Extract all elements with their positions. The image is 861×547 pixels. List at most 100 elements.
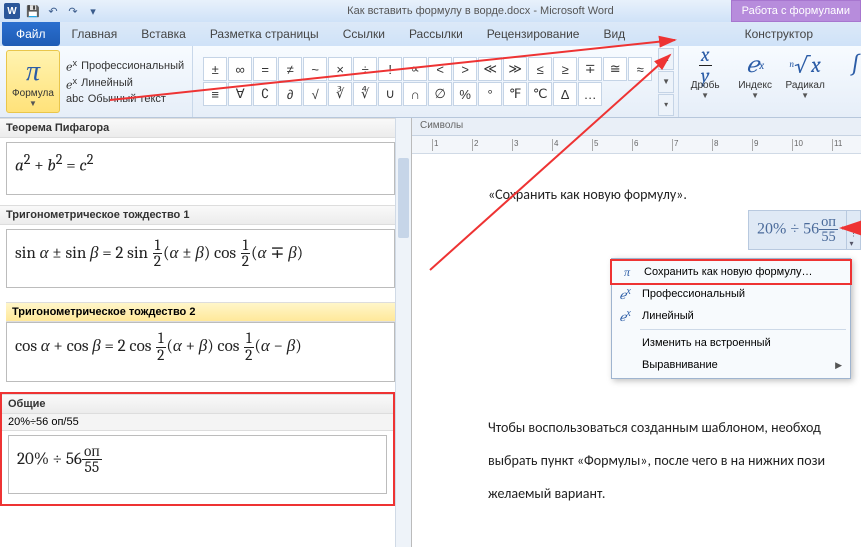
symbol-scroll-up[interactable]: ▲ [658, 48, 674, 70]
gallery-header-trig1: Тригонометрическое тождество 1 [0, 205, 395, 225]
symbol-√[interactable]: √ [303, 82, 327, 106]
symbol-±[interactable]: ± [203, 57, 227, 81]
symbol-∂[interactable]: ∂ [278, 82, 302, 106]
symbol-≪[interactable]: ≪ [478, 57, 502, 81]
tab-insert[interactable]: Вставка [129, 22, 198, 46]
btn-index[interactable]: ℯxИндекс▼ [733, 50, 777, 100]
symbol-∆[interactable]: ∆ [553, 82, 577, 106]
symbol-grid: ±∞=≠~×÷!∝<>≪≫≤≥∓≅≈ ≡∀∁∂√∛∜∪∩∅%°℉℃∆… [197, 53, 658, 110]
symbol-∁[interactable]: ∁ [253, 82, 277, 106]
symbol-∛[interactable]: ∛ [328, 82, 352, 106]
symbol-![interactable]: ! [378, 57, 402, 81]
symbol-℉[interactable]: ℉ [503, 82, 527, 106]
formula-label: Формула [12, 88, 54, 99]
fraction-label: Дробь [691, 80, 720, 91]
symbol-≡[interactable]: ≡ [203, 82, 227, 106]
ctx-alignment-label: Выравнивание [642, 359, 718, 371]
symbol-%[interactable]: % [453, 82, 477, 106]
symbol-÷[interactable]: ÷ [353, 57, 377, 81]
symbol-∀[interactable]: ∀ [228, 82, 252, 106]
radical-icon: n√x [789, 50, 820, 80]
symbol-∩[interactable]: ∩ [403, 82, 427, 106]
gallery-item-pythagoras[interactable]: a2 + b2 = c2 [6, 142, 395, 195]
chevron-down-icon: ▼ [801, 91, 809, 100]
symbol-∪[interactable]: ∪ [378, 82, 402, 106]
btn-plaintext[interactable]: abcОбычный текст [66, 93, 184, 105]
symbol-≈[interactable]: ≈ [628, 57, 652, 81]
tab-review[interactable]: Рецензирование [475, 22, 592, 46]
chevron-down-icon: ▼ [29, 99, 37, 108]
equation-context-menu: πСохранить как новую формулу… ℯx Професси… [611, 258, 851, 379]
btn-more[interactable]: ∫ [833, 50, 861, 80]
tab-page-layout[interactable]: Разметка страницы [198, 22, 331, 46]
symbol-≥[interactable]: ≥ [553, 57, 577, 81]
ctx-highlight-save: πСохранить как новую формулу… [610, 259, 852, 285]
symbol-°[interactable]: ° [478, 82, 502, 106]
symbol-≤[interactable]: ≤ [528, 57, 552, 81]
tab-references[interactable]: Ссылки [331, 22, 397, 46]
ribbon-group-structures: xyДробь▼ ℯxИндекс▼ n√xРадикал▼ ∫ [679, 46, 861, 117]
chevron-right-icon: ▶ [835, 360, 842, 371]
tab-mailings[interactable]: Рассылки [397, 22, 475, 46]
horizontal-ruler[interactable]: 1234567891011121314151617181920 [412, 136, 861, 154]
symbol-∜[interactable]: ∜ [353, 82, 377, 106]
tab-view[interactable]: Вид [591, 22, 637, 46]
gallery-header-pythagoras: Теорема Пифагора [0, 118, 395, 138]
formula-trig2: cos α + cos β = 2 cos 12(α + β) cos 12(α… [6, 322, 395, 382]
pi-icon: π [618, 265, 636, 280]
symbol-×[interactable]: × [328, 57, 352, 81]
symbol-expand[interactable]: ▾ [658, 94, 674, 116]
symbol-<[interactable]: < [428, 57, 452, 81]
gallery-header-trig2: Тригонометрическое тождество 2 [6, 302, 395, 322]
tab-home[interactable]: Главная [60, 22, 130, 46]
symbol-≅[interactable]: ≅ [603, 57, 627, 81]
linear-icon: ℯx [616, 308, 634, 325]
gallery-scrollbar[interactable] [395, 118, 411, 547]
formula-general[interactable]: 20% ÷ 56оп55 [8, 435, 387, 495]
symbol-=[interactable]: = [253, 57, 277, 81]
qat-save-icon[interactable]: 💾 [24, 2, 42, 20]
qat-customize-icon[interactable]: ▾ [84, 2, 102, 20]
ctx-save-as-new-formula[interactable]: πСохранить как новую формулу… [614, 261, 844, 283]
equation-menu-handle[interactable]: ⋮▾ [847, 210, 861, 250]
fraction-icon: xy [699, 50, 712, 80]
btn-radical[interactable]: n√xРадикал▼ [783, 50, 827, 100]
btn-linear[interactable]: ℯx Линейный [66, 76, 184, 92]
plaintext-label: Обычный текст [88, 93, 166, 105]
ctx-change-builtin[interactable]: Изменить на встроенный [612, 332, 850, 354]
tab-file[interactable]: Файл [2, 22, 60, 46]
formula-button[interactable]: π Формула ▼ [6, 50, 60, 113]
symbol-scroll-down[interactable]: ▼ [658, 71, 674, 93]
linear-icon: ℯx [66, 76, 77, 92]
professional-label: Профессиональный [81, 60, 184, 72]
pane-tab-symbols[interactable]: Символы [412, 118, 861, 136]
symbol-∝[interactable]: ∝ [403, 57, 427, 81]
qat-undo-icon[interactable]: ↶ [44, 2, 62, 20]
symbol-≠[interactable]: ≠ [278, 57, 302, 81]
gallery-item-trig1[interactable]: sin α ± sin β = 2 sin 12(α ± β) cos 12(α… [6, 229, 395, 289]
pi-icon: π [26, 55, 40, 88]
symbol-∞[interactable]: ∞ [228, 57, 252, 81]
symbol-≫[interactable]: ≫ [503, 57, 527, 81]
btn-professional[interactable]: ℯxПрофессиональный [66, 58, 184, 74]
qat-redo-icon[interactable]: ↷ [64, 2, 82, 20]
ctx-linear[interactable]: ℯx Линейный [612, 305, 850, 327]
btn-fraction[interactable]: xyДробь▼ [683, 50, 727, 100]
symbol-~[interactable]: ~ [303, 57, 327, 81]
ctx-professional-label: Профессиональный [642, 288, 745, 300]
symbol-∅[interactable]: ∅ [428, 82, 452, 106]
title-bar: W 💾 ↶ ↷ ▾ Как вставить формулу в ворде.d… [0, 0, 861, 22]
symbol->[interactable]: > [453, 57, 477, 81]
professional-icon: ℯx [616, 286, 634, 303]
ctx-linear-label: Линейный [642, 310, 694, 322]
gallery-item-trig2[interactable]: Тригонометрическое тождество 2 cos α + c… [6, 302, 395, 382]
equation-object[interactable]: 20% ÷ 56оп55 ⋮▾ [748, 210, 861, 250]
linear-label: Линейный [81, 77, 133, 89]
ctx-professional[interactable]: ℯx Профессиональный [612, 283, 850, 305]
symbol-℃[interactable]: ℃ [528, 82, 552, 106]
eq-text: 20% ÷ 56 [757, 221, 819, 238]
symbol-∓[interactable]: ∓ [578, 57, 602, 81]
symbol-…[interactable]: … [578, 82, 602, 106]
tab-constructor[interactable]: Конструктор [733, 22, 825, 41]
ctx-alignment[interactable]: Выравнивание ▶ [612, 354, 850, 376]
